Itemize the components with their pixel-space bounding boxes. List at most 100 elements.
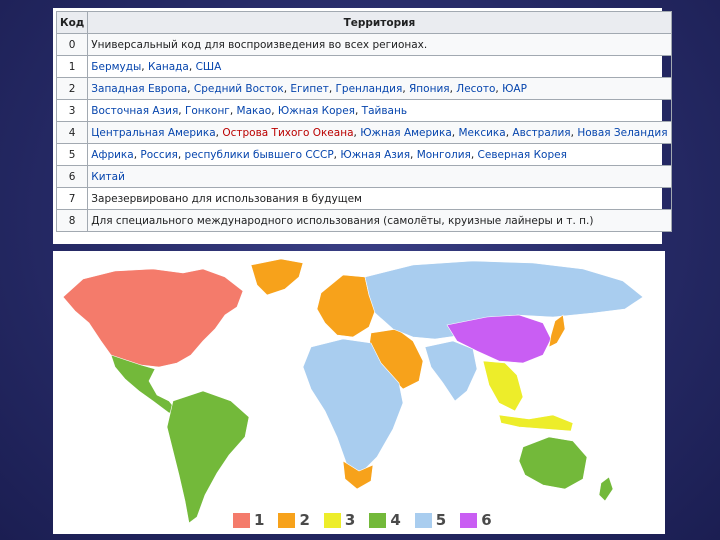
region-code-cell: 2 (55, 77, 89, 100)
territory-link[interactable]: Восточная Азия (91, 105, 178, 117)
territory-cell: Для специального международного использо… (87, 209, 672, 232)
table-row: 2 Западная Европа, Средний Восток, Египет… (55, 77, 672, 100)
territory-cell: Африка, Россия, республики бывшего СССР,… (87, 143, 672, 166)
territory-text: , (187, 82, 194, 95)
legend-swatch (278, 512, 296, 528)
territory-link[interactable]: Канада (148, 61, 189, 73)
territory-text: , (402, 82, 410, 95)
region-codes-table-panel: Код Территория 0 Универсальный код для во… (53, 8, 672, 244)
territory-link[interactable]: Мексика (458, 127, 505, 139)
region-codes-table: Код Территория 0 Универсальный код для во… (55, 11, 672, 232)
territory-cell: Центральная Америка, Острова Тихого Океа… (87, 121, 672, 144)
table-row: 0 Универсальный код для воспроизведения в… (55, 33, 672, 56)
territory-text: , (470, 148, 478, 161)
territory-link[interactable]: Гонконг (185, 105, 230, 117)
territory-cell: Универсальный код для воспроизведения во… (87, 33, 672, 56)
legend-swatch (369, 512, 387, 528)
territory-link[interactable]: Острова Тихого Океана (222, 127, 353, 139)
column-header-code: Код (55, 11, 89, 34)
territory-link[interactable]: Новая Зеландия (577, 127, 667, 139)
territory-link[interactable]: Северная Корея (478, 149, 567, 161)
table-row: 5 Африка, Россия, республики бывшего СССР… (55, 143, 672, 166)
territory-link[interactable]: Южная Корея (278, 105, 355, 117)
legend-label: 2 (299, 511, 310, 529)
table-row: 3 Восточная Азия, Гонконг, Макао, Южная К… (55, 99, 672, 122)
region-code-cell: 4 (55, 121, 89, 144)
territory-link[interactable]: Гренландия (336, 83, 403, 95)
territory-link[interactable]: Япония (409, 83, 450, 95)
table-row: 7 Зарезервировано для использования в буд… (55, 187, 672, 210)
region-3-indonesia (498, 414, 574, 432)
region-code-cell: 1 (55, 55, 89, 78)
region-3-east-asia (482, 360, 524, 412)
table-body: 0 Универсальный код для воспроизведения в… (55, 33, 672, 232)
territory-link[interactable]: Тайвань (362, 105, 407, 117)
territory-link[interactable]: Центральная Америка (91, 127, 215, 139)
legend-swatch (414, 512, 432, 528)
territory-link[interactable]: ЮАР (502, 83, 527, 95)
legend-item: 1 (233, 511, 264, 529)
region-2-japan (548, 314, 566, 348)
world-map-panel: 1 2 3 4 5 6 (53, 251, 665, 534)
territory-cell: Китай (87, 165, 672, 188)
region-4-new-zealand (598, 476, 614, 502)
territory-link[interactable]: республики бывшего СССР (185, 149, 334, 161)
legend-label: 6 (481, 511, 492, 529)
territory-link[interactable]: Россия (140, 149, 177, 161)
territory-link[interactable]: Австралия (512, 127, 570, 139)
territory-link[interactable]: Западная Европа (91, 83, 187, 95)
territory-link[interactable]: Лесото (456, 83, 495, 95)
table-row: 6 Китай (55, 165, 672, 188)
territory-link[interactable]: Южная Азия (340, 149, 410, 161)
territory-cell: Бермуды, Канада, США (87, 55, 672, 78)
territory-link[interactable]: Китай (91, 171, 125, 183)
region-1-north-america (62, 268, 244, 368)
legend-swatch (323, 512, 341, 528)
region-code-cell: 8 (55, 209, 89, 232)
territory-link[interactable]: Средний Восток (194, 83, 284, 95)
legend-swatch (460, 512, 478, 528)
region-2-greenland (250, 258, 304, 296)
territory-cell: Зарезервировано для использования в буду… (87, 187, 672, 210)
territory-link[interactable]: Монголия (417, 149, 471, 161)
table-header-row: Код Территория (55, 11, 672, 34)
legend-item: 3 (323, 511, 356, 529)
region-code-cell: 3 (55, 99, 89, 122)
territory-text: Универсальный код для воспроизведения во… (91, 38, 428, 51)
territory-link[interactable]: Южная Америка (360, 127, 452, 139)
table-row: 4 Центральная Америка, Острова Тихого Оке… (55, 121, 672, 144)
world-region-map (62, 258, 644, 524)
territory-link[interactable]: Африка (91, 149, 133, 161)
territory-link[interactable]: Египет (290, 83, 328, 95)
region-code-cell: 6 (55, 165, 89, 188)
legend-item: 2 (278, 511, 310, 529)
territory-link[interactable]: США (196, 61, 222, 73)
region-4-south-america (166, 390, 250, 524)
region-code-cell: 0 (55, 33, 89, 56)
region-2-europe (316, 274, 376, 338)
territory-text: , (410, 148, 417, 161)
region-code-cell: 5 (55, 143, 89, 166)
territory-text: Зарезервировано для использования в буду… (91, 192, 362, 205)
legend-label: 5 (435, 511, 447, 529)
column-header-territory: Территория (87, 11, 672, 34)
table-row: 1 Бермуды, Канада, США (55, 55, 672, 78)
territory-text: , (328, 82, 336, 95)
table-row: 8 Для специального международного использ… (55, 209, 672, 232)
territory-cell: Восточная Азия, Гонконг, Макао, Южная Ко… (87, 99, 672, 122)
territory-cell: Западная Европа, Средний Восток, Египет,… (87, 77, 672, 100)
territory-text: , (177, 148, 185, 161)
region-code-cell: 7 (55, 187, 89, 210)
legend-swatch (233, 512, 250, 528)
territory-text: , (271, 104, 278, 117)
legend-item: 5 (414, 511, 447, 529)
territory-text: , (188, 60, 196, 73)
territory-text: , (229, 104, 237, 117)
territory-text: , (354, 104, 362, 117)
legend-label: 3 (344, 511, 356, 529)
legend-label: 1 (254, 511, 265, 529)
territory-text: Для специального международного использо… (91, 214, 594, 227)
territory-link[interactable]: Бермуды (91, 61, 141, 73)
territory-link[interactable]: Макао (237, 105, 272, 117)
region-4-australia (518, 436, 588, 490)
